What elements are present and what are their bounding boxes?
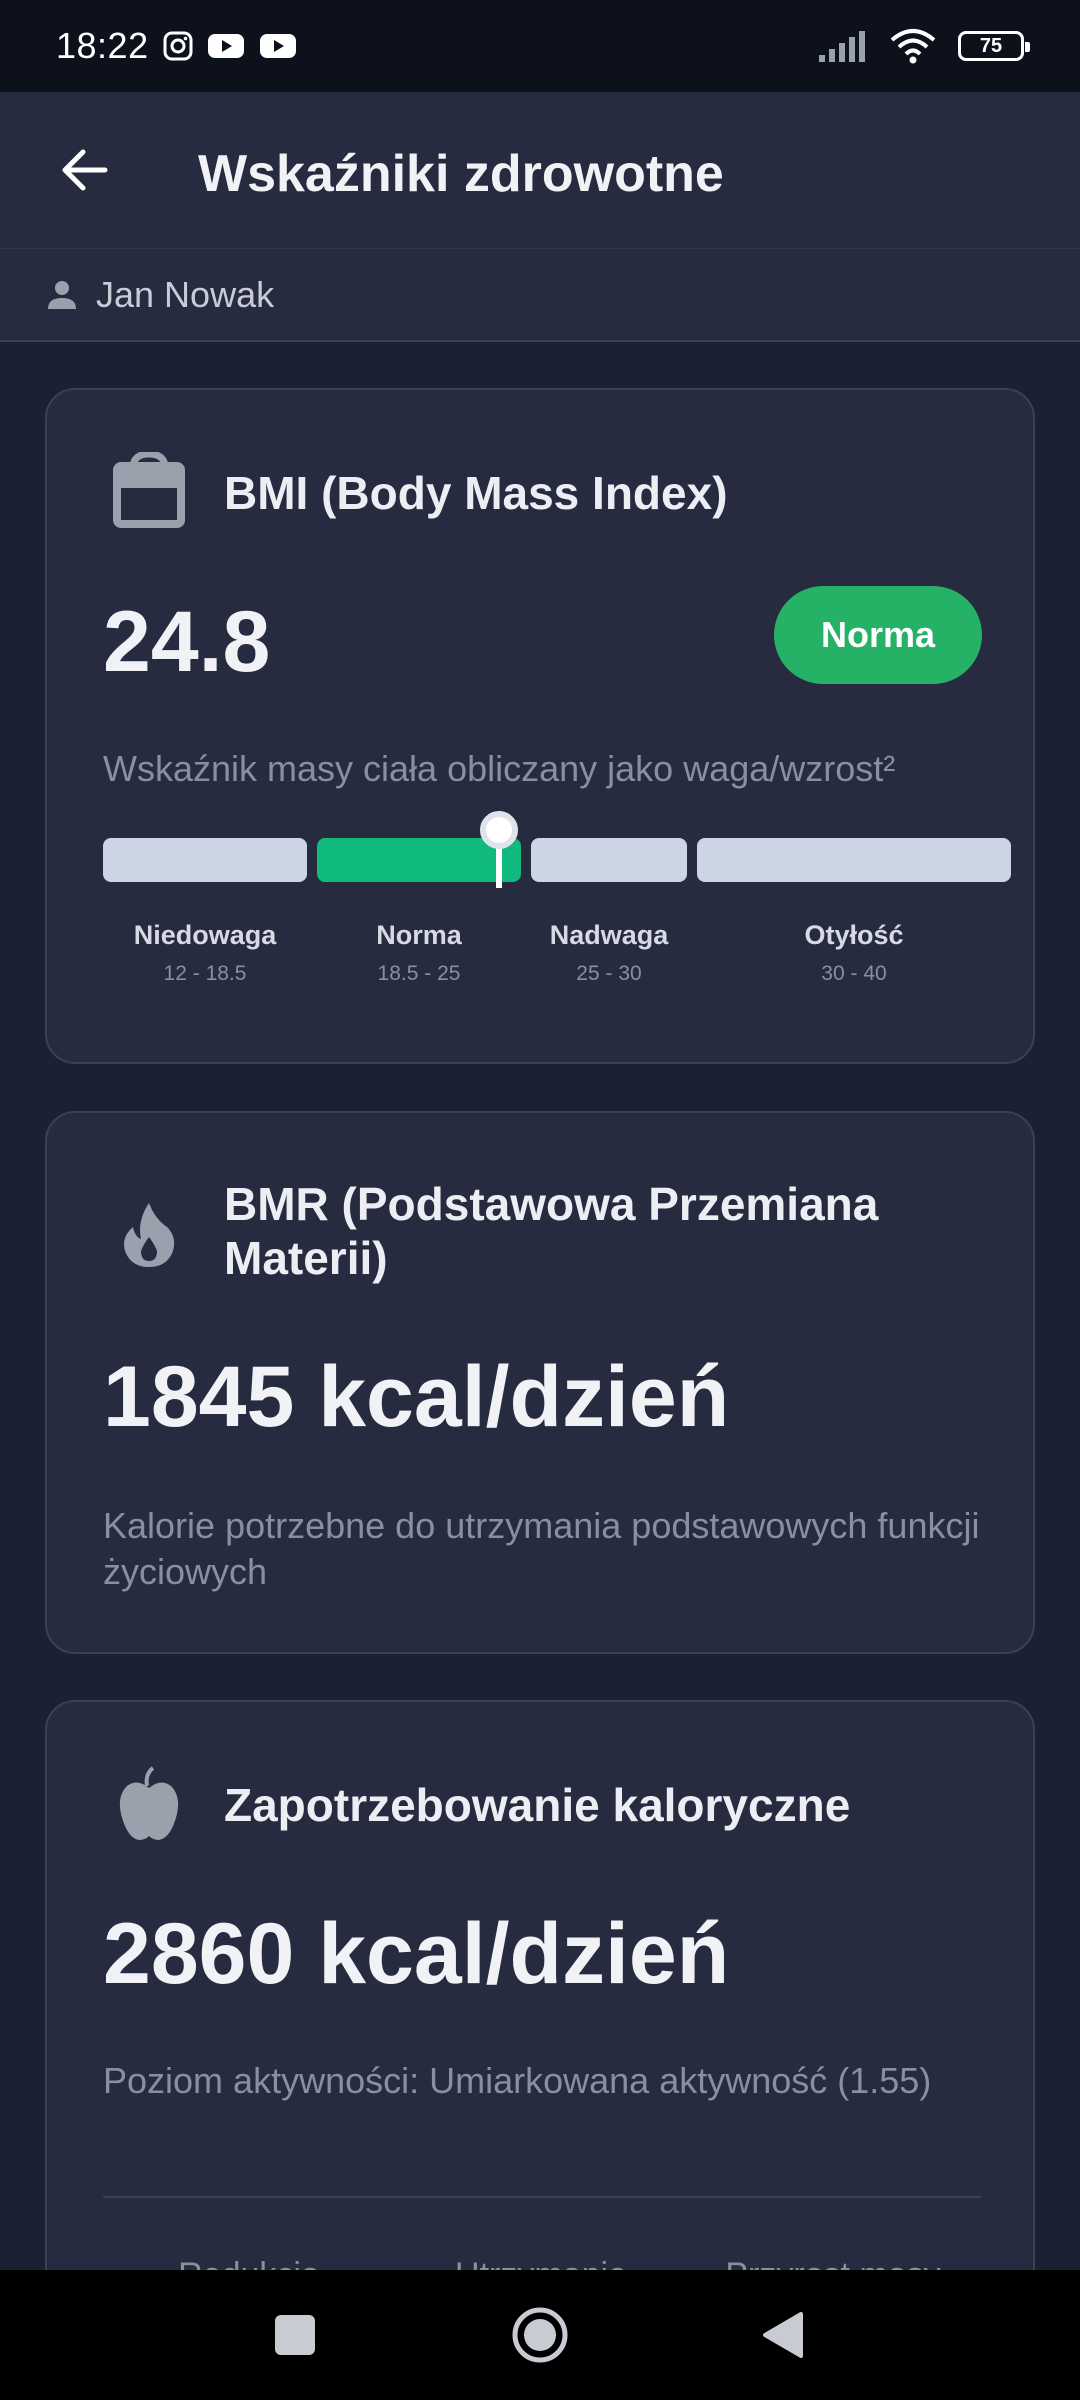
battery-level: 75 [979,34,1003,57]
range-label-obese: Otyłość [804,920,904,950]
status-time: 18:22 [56,25,149,66]
user-name: Jan Nowak [96,273,275,315]
bmr-description: Kalorie potrzebne do utrzymania podstawo… [103,1505,980,1592]
bmi-card: BMI (Body Mass Index) 24.8 Norma Wskaźni… [45,388,1035,1064]
range-value-underweight: 12 - 18.5 [163,962,247,985]
range-label-overweight: Nadwaga [549,920,669,950]
range-value-normal: 18.5 - 25 [377,962,461,985]
person-icon [48,280,76,309]
battery-indicator: 75 [958,31,1030,61]
bmr-title: BMR (Podstawowa Przemiana Materii) [224,1178,879,1284]
activity-level: Poziom aktywności: Umiarkowana aktywność… [103,2060,932,2101]
page-title: Wskaźniki zdrowotne [198,145,724,203]
recents-button[interactable] [250,2290,340,2380]
back-button[interactable] [44,130,124,210]
circle-home-icon [512,2307,568,2363]
calorie-divider [103,2196,981,2198]
status-bar: 18:22 75 [0,0,1080,92]
instagram-icon [163,31,193,61]
triangle-back-icon [763,2312,803,2358]
wifi-icon [890,29,936,64]
bmi-range-bar-underweight [103,838,307,882]
home-button[interactable] [495,2290,585,2380]
range-label-normal: Norma [376,920,462,950]
flame-icon [111,1197,187,1273]
nav-back-button[interactable] [738,2290,828,2380]
user-row: Jan Nowak [0,248,1080,342]
signal-icon [819,31,865,62]
bmi-status-badge: Norma [774,586,982,684]
bmr-card: BMR (Podstawowa Przemiana Materii) 1845 … [45,1111,1035,1654]
bmi-value: 24.8 [103,594,271,690]
bmi-range-bar-overweight [531,838,687,882]
youtube-icon [207,34,244,58]
calorie-value: 2860 kcal/dzień [103,1906,730,2002]
range-label-underweight: Niedowaga [133,920,277,950]
calorie-title: Zapotrzebowanie kaloryczne [224,1779,851,1831]
range-value-overweight: 25 - 30 [576,962,642,985]
status-app-icons [163,31,297,61]
bmi-description: Wskaźnik masy ciała obliczany jako waga/… [103,748,896,789]
app-header: Wskaźniki zdrowotne [0,92,1080,248]
bmi-marker [480,811,518,849]
square-icon [275,2315,315,2355]
youtube-icon [259,34,296,58]
scale-icon [111,452,187,528]
status-indicators: 75 [818,28,1030,64]
arrow-left-icon [62,149,108,191]
apple-icon [111,1766,187,1842]
bmr-value: 1845 kcal/dzień [103,1349,730,1445]
bmi-title: BMI (Body Mass Index) [224,467,728,519]
range-value-obese: 30 - 40 [821,962,887,985]
bmi-range-bar-obese [697,838,1011,882]
system-nav-bar [0,2270,1080,2400]
